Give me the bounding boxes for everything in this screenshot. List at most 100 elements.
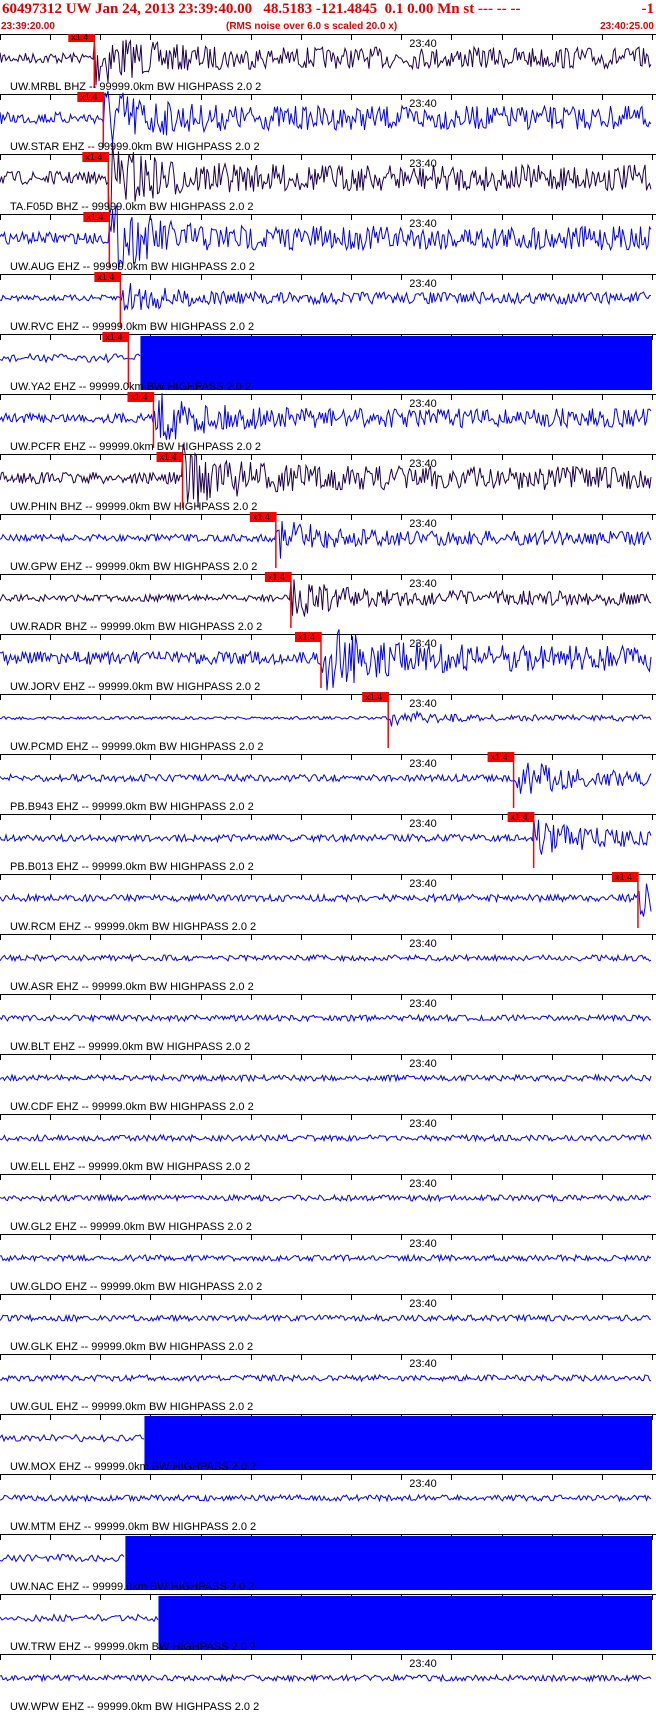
trace-panel: 23:40 UW.CDF EHZ -- 99999.0km BW HIGHPASS… <box>0 1054 656 1113</box>
time-marker-label: 23:40 <box>409 578 437 590</box>
scaling-note: (RMS noise over 6.0 s scaled 20.0 x) <box>226 21 398 32</box>
waveform <box>0 579 652 617</box>
station-label: UW.MRBL BHZ -- 99999.0km BW HIGHPASS 2.0… <box>10 81 261 93</box>
trace-panel: 23:40 x1.4 UW.AUG EHZ -- 99999.0km BW HIGH… <box>0 204 656 273</box>
waveform <box>0 1493 652 1503</box>
station-label: UW.ELL EHZ -- 99999.0km BW HIGHPASS 2.0 … <box>10 1161 250 1173</box>
waveform <box>0 283 652 311</box>
station-label: UW.BLT EHZ -- 99999.0km BW HIGHPASS 2.0 … <box>10 1041 250 1053</box>
waveform <box>0 1553 125 1563</box>
time-marker-label: 23:40 <box>409 458 437 470</box>
time-marker-label: 23:40 <box>409 1298 437 1310</box>
time-marker-label: 23:40 <box>409 638 437 650</box>
waveform <box>0 1013 652 1023</box>
waveform <box>0 352 141 364</box>
pick-flag-label: x1.4 <box>491 752 508 762</box>
pick-flag-label: x1.4 <box>97 272 114 282</box>
station-label: UW.GPW EHZ -- 99999.0km BW HIGHPASS 2.0 … <box>10 561 257 573</box>
pick-flag-label: x1.4 <box>298 632 315 642</box>
trace-panel: 23:40 x1.4 UW.PHIN BHZ -- 99999.0km BW HIG… <box>0 444 656 513</box>
station-label: UW.RCM EHZ -- 99999.0km BW HIGHPASS 2.0 … <box>10 921 256 933</box>
trace-panel: 23:40 UW.WPW EHZ -- 99999.0km BW HIGHPASS… <box>0 1654 656 1713</box>
trace-panel: 23:40 x1.4 UW.JORV EHZ -- 99999.0km BW HIG… <box>0 629 656 693</box>
waveform <box>0 1073 652 1083</box>
pick-flag-label: x1.4 <box>105 332 122 342</box>
time-marker-label: 23:40 <box>409 878 437 890</box>
trace-panel: 23:40 UW.GLDO EHZ -- 99999.0km BW HIGHPAS… <box>0 1234 656 1293</box>
trace-panel: 23:40 x1.4 PB.B013 EHZ -- 99999.0km BW HIG… <box>0 812 656 873</box>
time-marker-label: 23:40 <box>409 398 437 410</box>
trace-panel: 23:40 x1.4 UW.GPW EHZ -- 99999.0km BW HIGH… <box>0 512 656 573</box>
waveform <box>0 393 652 440</box>
trace-panel: 23:40 x1.4 UW.RCM EHZ -- 99999.0km BW HIGH… <box>0 872 656 933</box>
waveform <box>0 38 652 86</box>
waveform <box>0 819 652 855</box>
plot-header: 60497312 UW Jan 24, 2013 23:39:40.00 48.… <box>0 0 656 34</box>
pick-flag-label: x1.4 <box>85 152 102 162</box>
station-label: UW.STAR EHZ -- 99999.0km BW HIGHPASS 2.0… <box>10 141 260 153</box>
station-label: TA.F05D BHZ -- 99999.0km BW HIGHPASS 2.0… <box>10 201 254 213</box>
station-label: UW.GUL EHZ -- 99999.0km BW HIGHPASS 2.0 … <box>10 1401 253 1413</box>
pick-flag-label: x1.4 <box>615 872 632 882</box>
station-label: UW.GLK EHZ -- 99999.0km BW HIGHPASS 2.0 … <box>10 1341 253 1353</box>
waveform <box>0 709 652 727</box>
station-label: UW.WPW EHZ -- 99999.0km BW HIGHPASS 2.0 … <box>10 1701 259 1713</box>
trace-panel: 23:40 x1.4 UW.RVC EHZ -- 99999.0km BW HIGH… <box>0 272 656 333</box>
waveform <box>0 1373 652 1383</box>
time-marker-label: 23:40 <box>409 518 437 530</box>
station-label: UW.MOX EHZ -- 99999.0km BW HIGHPASS 2.0 … <box>10 1461 256 1473</box>
waveform <box>0 1313 652 1323</box>
trace-panel: 23:40 UW.ASR EHZ -- 99999.0km BW HIGHPASS… <box>0 934 656 993</box>
time-marker-label: 23:40 <box>409 1658 437 1670</box>
pick-flag-label: x1.4 <box>511 812 528 822</box>
trace-panel: 23:40 x1.4 UW.RADR BHZ -- 99999.0km BW HIG… <box>0 572 656 633</box>
pick-flag-label: x1.4 <box>253 512 270 522</box>
station-label: UW.GL2 EHZ -- 99999.0km BW HIGHPASS 2.0 … <box>10 1221 252 1233</box>
time-marker-label: 23:40 <box>409 218 437 230</box>
station-label: UW.NAC EHZ -- 99999.0km BW HIGHPASS 2.0 … <box>10 1581 254 1593</box>
trace-panel: 23:40 x1.4 PB.B943 EHZ -- 99999.0km BW HIG… <box>0 752 656 813</box>
trace-panel: 23:40 UW.MTM EHZ -- 99999.0km BW HIGHPASS… <box>0 1474 656 1533</box>
trace-panel: 23:40 UW.BLT EHZ -- 99999.0km BW HIGHPASS… <box>0 994 656 1053</box>
time-marker-label: 23:40 <box>409 1118 437 1130</box>
time-marker-label: 23:40 <box>409 758 437 770</box>
trace-panel: 23:40 UW.ELL EHZ -- 99999.0km BW HIGHPASS… <box>0 1114 656 1173</box>
pick-flag-label: x1.4 <box>80 92 97 102</box>
trace-panel: 23:40x1.4UW.YA2 EHZ -- 99999.0km BW HIGH… <box>0 332 656 393</box>
waveform <box>0 444 652 508</box>
event-title-suffix: -1 <box>641 1 655 17</box>
end-time: 23:40:25.00 <box>600 21 654 32</box>
time-marker-label: 23:40 <box>409 998 437 1010</box>
time-marker-label: 23:40 <box>409 158 437 170</box>
pick-flag-label: x1.4 <box>365 692 382 702</box>
time-marker-label: 23:40 <box>409 938 437 950</box>
waveform <box>0 762 652 794</box>
pick-flag-label: x1.4 <box>71 34 88 42</box>
pick-flag-label: x1.4 <box>86 212 103 222</box>
seismogram-plot: 23:40x1.4UW.MRBL BHZ -- 99999.0km BW HIG… <box>0 34 656 1713</box>
event-title: 60497312 UW Jan 24, 2013 23:39:40.00 48.… <box>2 1 521 17</box>
trace-panel: 23:40 x1.4 UW.PCFR EHZ -- 99999.0km BW HIG… <box>0 392 656 453</box>
pick-flag-label: x1.4 <box>160 452 177 462</box>
station-label: UW.PCFR EHZ -- 99999.0km BW HIGHPASS 2.0… <box>10 441 261 453</box>
trace-panel: 23:40UW.TRW EHZ -- 99999.0km BW HIGHPASS… <box>0 1594 656 1653</box>
station-label: UW.PHIN BHZ -- 99999.0km BW HIGHPASS 2.0… <box>10 501 257 513</box>
trace-panel: 23:40 x1.4 TA.F05D BHZ -- 99999.0km BW HIG… <box>0 142 656 216</box>
trace-panel: 23:40 UW.GUL EHZ -- 99999.0km BW HIGHPASS… <box>0 1354 656 1413</box>
station-label: UW.PCMD EHZ -- 99999.0km BW HIGHPASS 2.0… <box>10 741 263 753</box>
station-label: UW.AUG EHZ -- 99999.0km BW HIGHPASS 2.0 … <box>10 261 255 273</box>
waveform <box>0 1673 652 1683</box>
station-label: PB.B943 EHZ -- 99999.0km BW HIGHPASS 2.0… <box>10 801 254 813</box>
station-label: UW.TRW EHZ -- 99999.0km BW HIGHPASS 2.0 … <box>10 1641 256 1653</box>
waveform <box>0 1613 159 1623</box>
trace-panel: 23:40 UW.GL2 EHZ -- 99999.0km BW HIGHPASS… <box>0 1174 656 1233</box>
station-label: UW.GLDO EHZ -- 99999.0km BW HIGHPASS 2.0… <box>10 1281 262 1293</box>
trace-panel: 23:40 x1.4 UW.MRBL BHZ -- 99999.0km BW HIG… <box>0 34 656 93</box>
time-marker-label: 23:40 <box>409 818 437 830</box>
trace-panel: 23:40UW.MOX EHZ -- 99999.0km BW HIGHPASS… <box>0 1414 656 1473</box>
time-marker-label: 23:40 <box>409 1238 437 1250</box>
station-label: UW.ASR EHZ -- 99999.0km BW HIGHPASS 2.0 … <box>10 981 254 993</box>
start-time: 23:39:20.00 <box>1 21 55 32</box>
time-marker-label: 23:40 <box>409 1058 437 1070</box>
waveform <box>0 883 652 917</box>
